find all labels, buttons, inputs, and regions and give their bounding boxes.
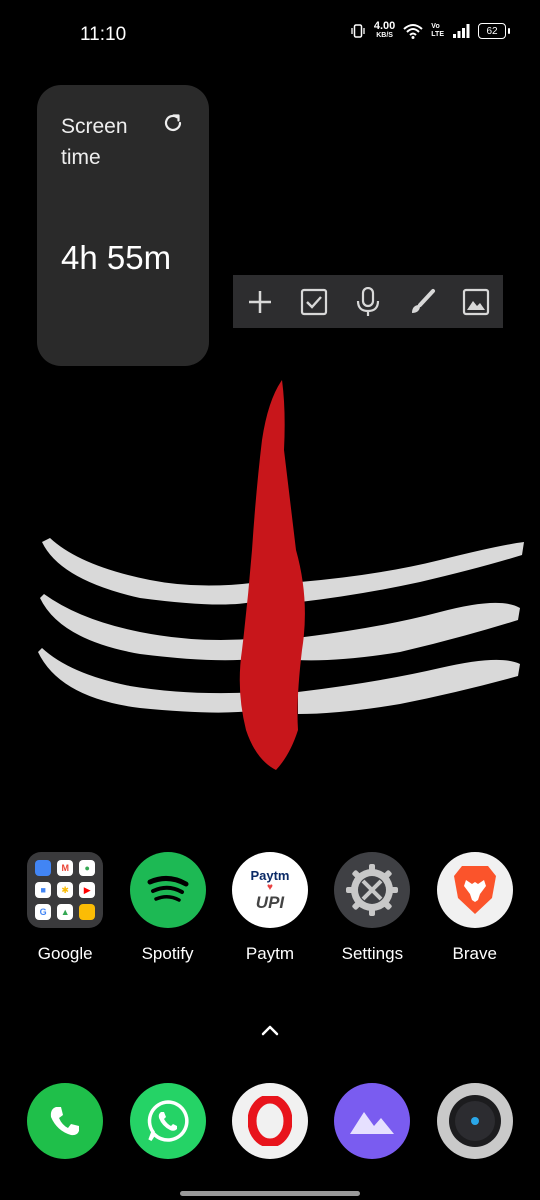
- status-bar: 11:10 4.00 KB/S Vo LTE 62: [0, 0, 540, 70]
- volte-top: Vo: [431, 23, 440, 30]
- gmail-icon: M: [57, 860, 74, 876]
- paytm-icon: Paytm ♥ UPI: [231, 852, 308, 928]
- app-label: Google: [37, 944, 93, 963]
- brush-icon[interactable]: [405, 285, 439, 319]
- network-speed: 4.00 KB/S: [373, 20, 396, 40]
- signal-icon: [453, 24, 470, 38]
- settings-icon: [334, 852, 411, 928]
- home-indicator[interactable]: [180, 1191, 360, 1196]
- widget-title: Screen time: [61, 115, 128, 169]
- plus-icon[interactable]: [243, 285, 277, 319]
- battery-icon: 62: [478, 23, 510, 39]
- photos-icon: ✱: [57, 882, 74, 898]
- youtube-icon: ▶: [79, 882, 96, 898]
- google-folder-icon: M ● ■ ✱ ▶ G ▲: [27, 852, 104, 928]
- chevron-up-icon[interactable]: [258, 1020, 282, 1040]
- app-google-folder[interactable]: M ● ■ ✱ ▶ G ▲ Google: [20, 852, 110, 964]
- clock: 11:10: [80, 24, 127, 45]
- network-speed-unit: KB/S: [376, 32, 393, 39]
- app-label: Spotify: [141, 944, 194, 963]
- app-label: Settings: [341, 944, 404, 963]
- dock: [0, 1083, 540, 1159]
- vibrate-icon: [351, 24, 365, 38]
- note-toolbar: [233, 275, 503, 328]
- app-label: Paytm: [245, 944, 295, 963]
- heart-icon: ♥: [267, 881, 273, 893]
- app-spotify[interactable]: Spotify: [123, 852, 213, 964]
- brave-icon: [436, 852, 513, 928]
- opera-icon[interactable]: [231, 1083, 308, 1159]
- screen-time-widget[interactable]: Screen time 4h 55m: [37, 85, 209, 366]
- keep-icon: [79, 904, 96, 920]
- microphone-icon[interactable]: [351, 285, 385, 319]
- paytm-logo-text: Paytm: [250, 867, 290, 883]
- wallpaper-tilak-art: [38, 380, 524, 770]
- maps-icon: ●: [79, 860, 96, 876]
- app-settings[interactable]: Settings: [327, 852, 417, 964]
- refresh-icon[interactable]: [161, 111, 185, 135]
- app-brave[interactable]: Brave: [430, 852, 520, 964]
- files-icon: [35, 860, 52, 876]
- image-icon[interactable]: [459, 285, 493, 319]
- phone-icon[interactable]: [27, 1083, 104, 1159]
- volte-indicator: Vo LTE: [431, 23, 444, 39]
- whatsapp-icon[interactable]: [129, 1083, 206, 1159]
- network-speed-value: 4.00: [373, 20, 396, 32]
- status-icons: 4.00 KB/S Vo LTE 62: [350, 20, 510, 40]
- app-row: M ● ■ ✱ ▶ G ▲ Google Spotify Paytm ♥ UPI…: [0, 852, 540, 964]
- meet-icon: ■: [35, 882, 52, 898]
- drive-icon: ▲: [57, 904, 74, 920]
- battery-level: 62: [486, 25, 498, 37]
- app-paytm[interactable]: Paytm ♥ UPI Paytm: [225, 852, 315, 964]
- gallery-icon[interactable]: [334, 1083, 411, 1159]
- wifi-icon: [403, 24, 423, 39]
- google-icon: G: [35, 904, 52, 920]
- spotify-icon: [129, 852, 206, 928]
- screen-time-value: 4h 55m: [61, 239, 172, 276]
- volte-bottom: LTE: [431, 31, 444, 38]
- upi-logo-text: UPI: [255, 892, 285, 912]
- camera-icon[interactable]: [436, 1083, 513, 1159]
- checkbox-icon[interactable]: [297, 285, 331, 319]
- app-label: Brave: [452, 944, 497, 963]
